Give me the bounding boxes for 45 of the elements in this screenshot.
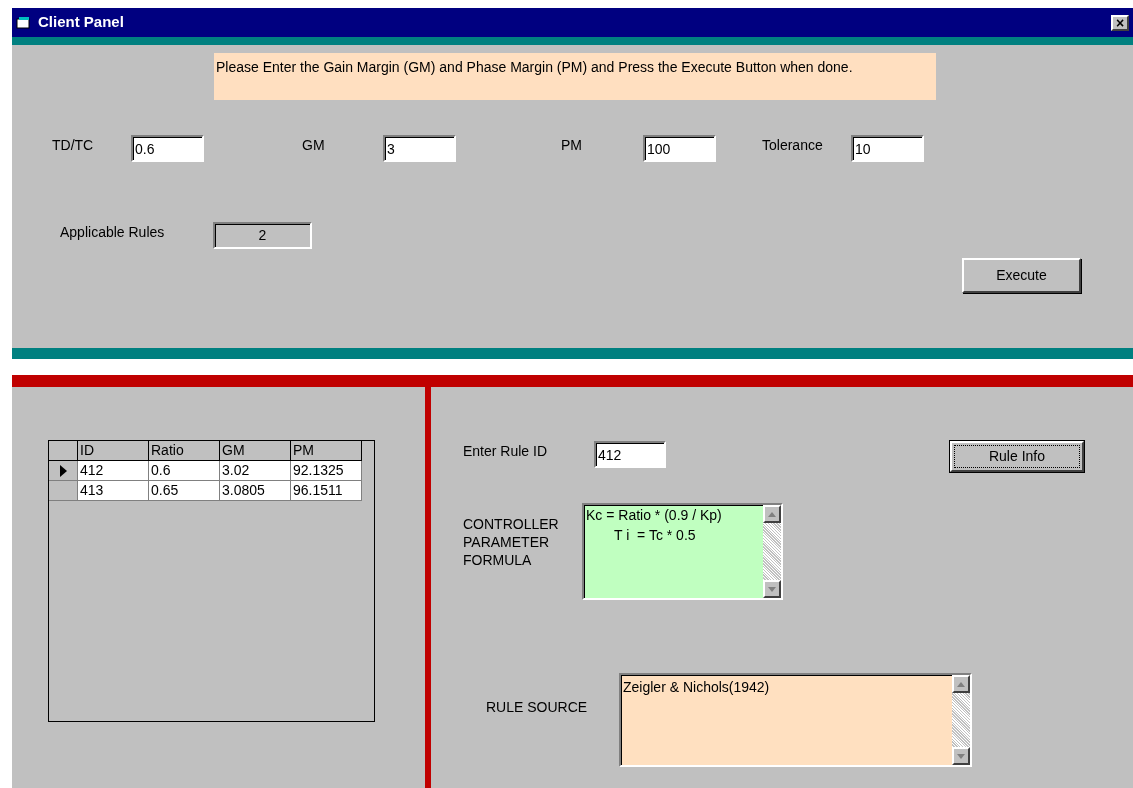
field-label: PM: [561, 136, 583, 155]
field-label: TD/TC: [52, 136, 95, 155]
rule-source-text: Zeigler & Nichols(1942): [623, 679, 770, 695]
up-arrow-icon: [768, 511, 776, 517]
table-cell: 3.0805: [220, 481, 291, 501]
formula-line: T i = Tc * 0.5: [613, 526, 697, 545]
down-arrow-icon: [957, 753, 965, 759]
scroll-down-button[interactable]: [952, 747, 970, 765]
execute-button[interactable]: Execute: [962, 258, 1081, 293]
rule-id-field[interactable]: 412: [594, 441, 666, 468]
table-cell: 3.02: [220, 461, 291, 481]
table-cell: 412: [78, 461, 149, 481]
row-pointer-icon: [59, 464, 67, 477]
rule-info-button[interactable]: Rule Info: [950, 441, 1084, 472]
input-field[interactable]: 100: [643, 135, 716, 162]
table-cell: 92.1325: [291, 461, 362, 481]
window-icon: [16, 15, 32, 30]
formula-text-area[interactable]: Kc = Ratio * (0.9 / Kp) T i = Tc * 0.5: [582, 503, 783, 600]
scroll-up-button[interactable]: [952, 675, 970, 693]
formula-line: Kc = Ratio * (0.9 / Kp): [586, 506, 723, 525]
field-label: Tolerance: [762, 136, 824, 155]
table-cell: 96.1511: [291, 481, 362, 501]
window-title: Client Panel: [38, 12, 125, 33]
rules-count: 2: [213, 222, 312, 249]
input-field[interactable]: 3: [383, 135, 456, 162]
instruction-banner: Please Enter the Gain Margin (GM) and Phase Margin (PM) and Press the Execute Button when done.: [214, 53, 936, 100]
row-header[interactable]: [49, 461, 78, 481]
field-label: RULE SOURCE: [486, 698, 589, 717]
scrollbar[interactable]: [952, 675, 970, 765]
field-label: GM: [302, 136, 326, 155]
table-cell: 0.6: [149, 461, 220, 481]
formula-label: CONTROLLER PARAMETER FORMULA: [463, 515, 560, 569]
field-label: Enter Rule ID: [463, 442, 549, 461]
field-label: Applicable Rules: [60, 223, 166, 242]
rule-source-text-area[interactable]: Zeigler & Nichols(1942): [619, 673, 972, 767]
scroll-up-button[interactable]: [763, 505, 781, 523]
input-field[interactable]: 0.6: [131, 135, 204, 162]
input-field[interactable]: 10: [851, 135, 924, 162]
scrollbar[interactable]: [763, 505, 781, 598]
up-arrow-icon: [957, 681, 965, 687]
down-arrow-icon: [768, 586, 776, 592]
table-cell: 0.65: [149, 481, 220, 501]
close-button[interactable]: ×: [1111, 14, 1129, 31]
table-cell: 413: [78, 481, 149, 501]
scroll-down-button[interactable]: [763, 580, 781, 598]
